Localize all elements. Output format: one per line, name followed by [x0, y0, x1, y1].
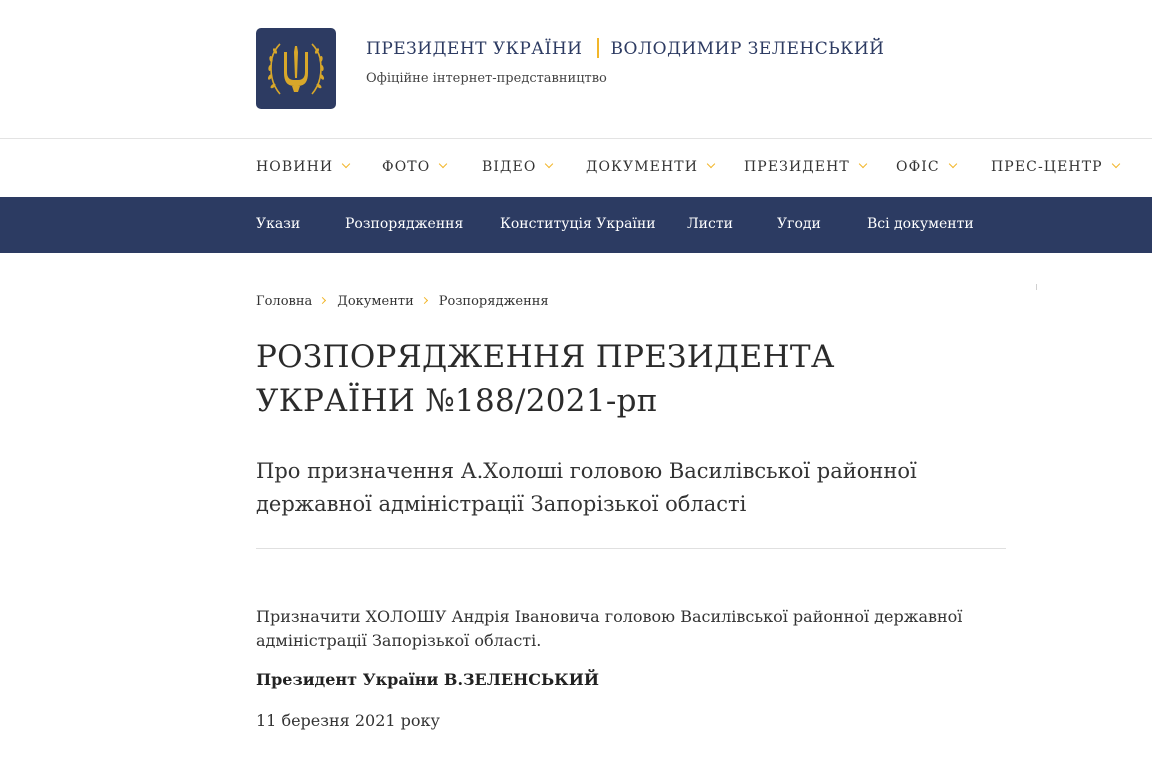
site-title-left: ПРЕЗИДЕНТ УКРАЇНИ [366, 39, 583, 59]
document-date: 11 березня 2021 року [256, 711, 440, 730]
breadcrumb-orders[interactable]: Розпорядження [439, 294, 549, 309]
sub-nav-item-constitution[interactable]: Конституція України [500, 216, 656, 232]
main-nav-item-documents[interactable]: ДОКУМЕНТИ [586, 159, 716, 175]
trident-coat-of-arms-icon[interactable] [256, 28, 336, 109]
chevron-right-icon [319, 296, 327, 305]
site-title[interactable]: ПРЕЗИДЕНТ УКРАЇНИ ВОЛОДИМИР ЗЕЛЕНСЬКИЙ [366, 38, 884, 59]
divider [256, 548, 1006, 549]
chevron-down-icon [545, 159, 554, 169]
breadcrumb-home[interactable]: Головна [256, 294, 312, 309]
main-nav-item-president[interactable]: ПРЕЗИДЕНТ [744, 159, 868, 175]
divider-tick [1036, 284, 1037, 290]
main-nav-item-news[interactable]: НОВИНИ [256, 159, 351, 175]
sub-nav-item-all-documents[interactable]: Всі документи [867, 216, 974, 232]
sub-nav-item-orders[interactable]: Розпорядження [345, 216, 463, 232]
breadcrumb-documents[interactable]: Документи [337, 294, 414, 309]
main-nav-item-press-center[interactable]: ПРЕС-ЦЕНТР [991, 159, 1120, 175]
chevron-down-icon [858, 159, 868, 169]
chevron-down-icon [341, 159, 351, 169]
sub-nav-item-letters[interactable]: Листи [687, 216, 733, 232]
sub-nav-item-agreements[interactable]: Угоди [777, 216, 821, 232]
title-separator [596, 38, 599, 58]
chevron-down-icon [948, 159, 957, 169]
main-nav-label: НОВИНИ [256, 159, 334, 175]
main-nav-label: ДОКУМЕНТИ [586, 159, 699, 175]
main-nav-item-photo[interactable]: ФОТО [382, 159, 448, 175]
document-subtitle: Про призначення А.Холоші головою Василів… [256, 459, 917, 516]
document-body: Призначити ХОЛОШУ Андрія Івановича голов… [256, 607, 963, 650]
main-nav-label: ПРЕЗИДЕНТ [744, 159, 850, 175]
main-nav-label: ФОТО [382, 159, 431, 175]
main-nav-item-office[interactable]: ОФІС [896, 159, 957, 175]
main-nav-label: ОФІС [896, 159, 940, 175]
chevron-down-icon [439, 159, 448, 169]
chevron-right-icon [420, 296, 428, 305]
site-title-right: ВОЛОДИМИР ЗЕЛЕНСЬКИЙ [610, 39, 885, 59]
site-subtitle: Офіційне інтернет-представництво [366, 71, 607, 86]
main-nav-label: ВІДЕО [482, 159, 537, 175]
main-nav-item-video[interactable]: ВІДЕО [482, 159, 554, 175]
main-nav-label: ПРЕС-ЦЕНТР [991, 159, 1103, 175]
breadcrumb: Головна Документи Розпорядження [256, 294, 549, 309]
documents-sub-nav: Укази Розпорядження Конституція України … [0, 197, 1152, 253]
main-nav: НОВИНИ ФОТО ВІДЕО ДОКУМЕНТИ ПРЕЗИДЕНТ ОФ… [0, 140, 1152, 197]
chevron-down-icon [1111, 159, 1120, 169]
document-signature: Президент України В.ЗЕЛЕНСЬКИЙ [256, 670, 599, 689]
sub-nav-item-decrees[interactable]: Укази [256, 216, 300, 232]
site-header: ПРЕЗИДЕНТ УКРАЇНИ ВОЛОДИМИР ЗЕЛЕНСЬКИЙ Оф… [0, 0, 1152, 139]
chevron-down-icon [706, 159, 716, 169]
page-title: РОЗПОРЯДЖЕННЯ ПРЕЗИДЕНТА УКРАЇНИ №188/20… [256, 339, 835, 419]
